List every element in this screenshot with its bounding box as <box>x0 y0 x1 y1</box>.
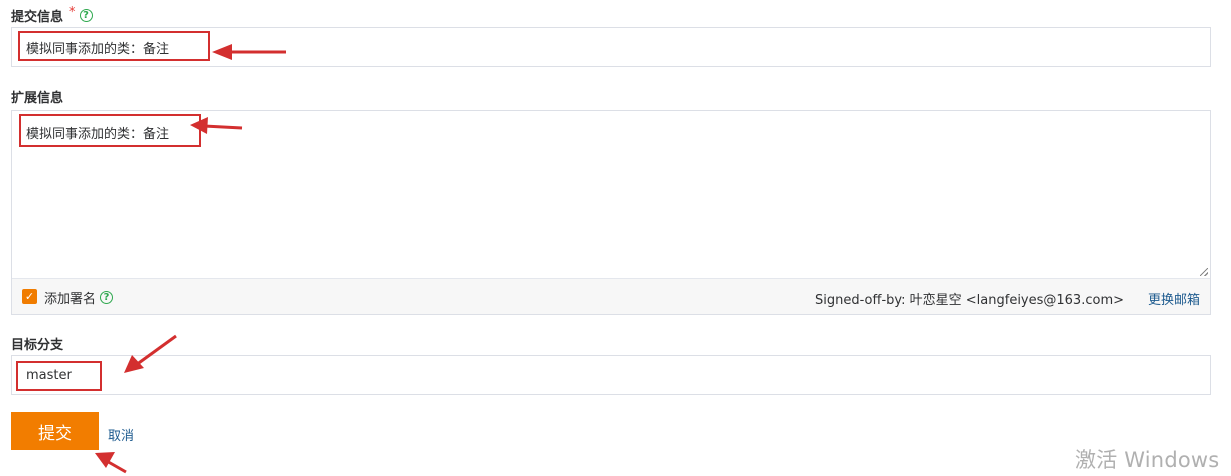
commit-message-value: 模拟同事添加的类：备注 <box>26 41 170 57</box>
change-email-link[interactable]: 更换邮箱 <box>1148 289 1200 308</box>
extended-info-field: 模拟同事添加的类：备注 ✓ 添加署名 ? Signed-off-by: 叶恋星空… <box>11 110 1211 315</box>
extended-info-value: 模拟同事添加的类：备注 <box>26 127 170 142</box>
commit-message-input[interactable]: 模拟同事添加的类：备注 <box>11 27 1211 67</box>
commit-message-label-text: 提交信息 <box>11 10 64 25</box>
add-signature-label-text: 添加署名 <box>44 292 97 307</box>
commit-message-label: 提交信息 * ? <box>11 5 93 25</box>
windows-activation-watermark: 激活 Windows <box>1075 448 1220 472</box>
signed-off-text: Signed-off-by: 叶恋星空 <langfeiyes@163.com> <box>815 293 1124 308</box>
target-branch-value: master <box>26 367 72 383</box>
submit-button[interactable]: 提交 <box>11 412 99 450</box>
add-signature-label: 添加署名 ? <box>44 288 114 307</box>
help-icon[interactable]: ? <box>100 291 114 304</box>
resize-handle-icon[interactable] <box>1200 268 1208 276</box>
signature-bar: ✓ 添加署名 ? Signed-off-by: 叶恋星空 <langfeiyes… <box>12 278 1210 314</box>
target-branch-input[interactable]: master <box>11 355 1211 395</box>
required-mark: * <box>69 5 76 20</box>
annotation-arrow-submit <box>95 452 127 474</box>
cancel-link[interactable]: 取消 <box>108 425 134 444</box>
target-branch-label: 目标分支 <box>11 334 63 353</box>
extended-info-textarea[interactable]: 模拟同事添加的类：备注 <box>12 111 1210 278</box>
extended-info-label-text: 扩展信息 <box>11 91 64 106</box>
extended-info-label: 扩展信息 <box>11 87 63 106</box>
help-icon[interactable]: ? <box>79 9 93 22</box>
target-branch-label-text: 目标分支 <box>11 338 64 353</box>
add-signature-checkbox[interactable]: ✓ <box>22 289 37 304</box>
